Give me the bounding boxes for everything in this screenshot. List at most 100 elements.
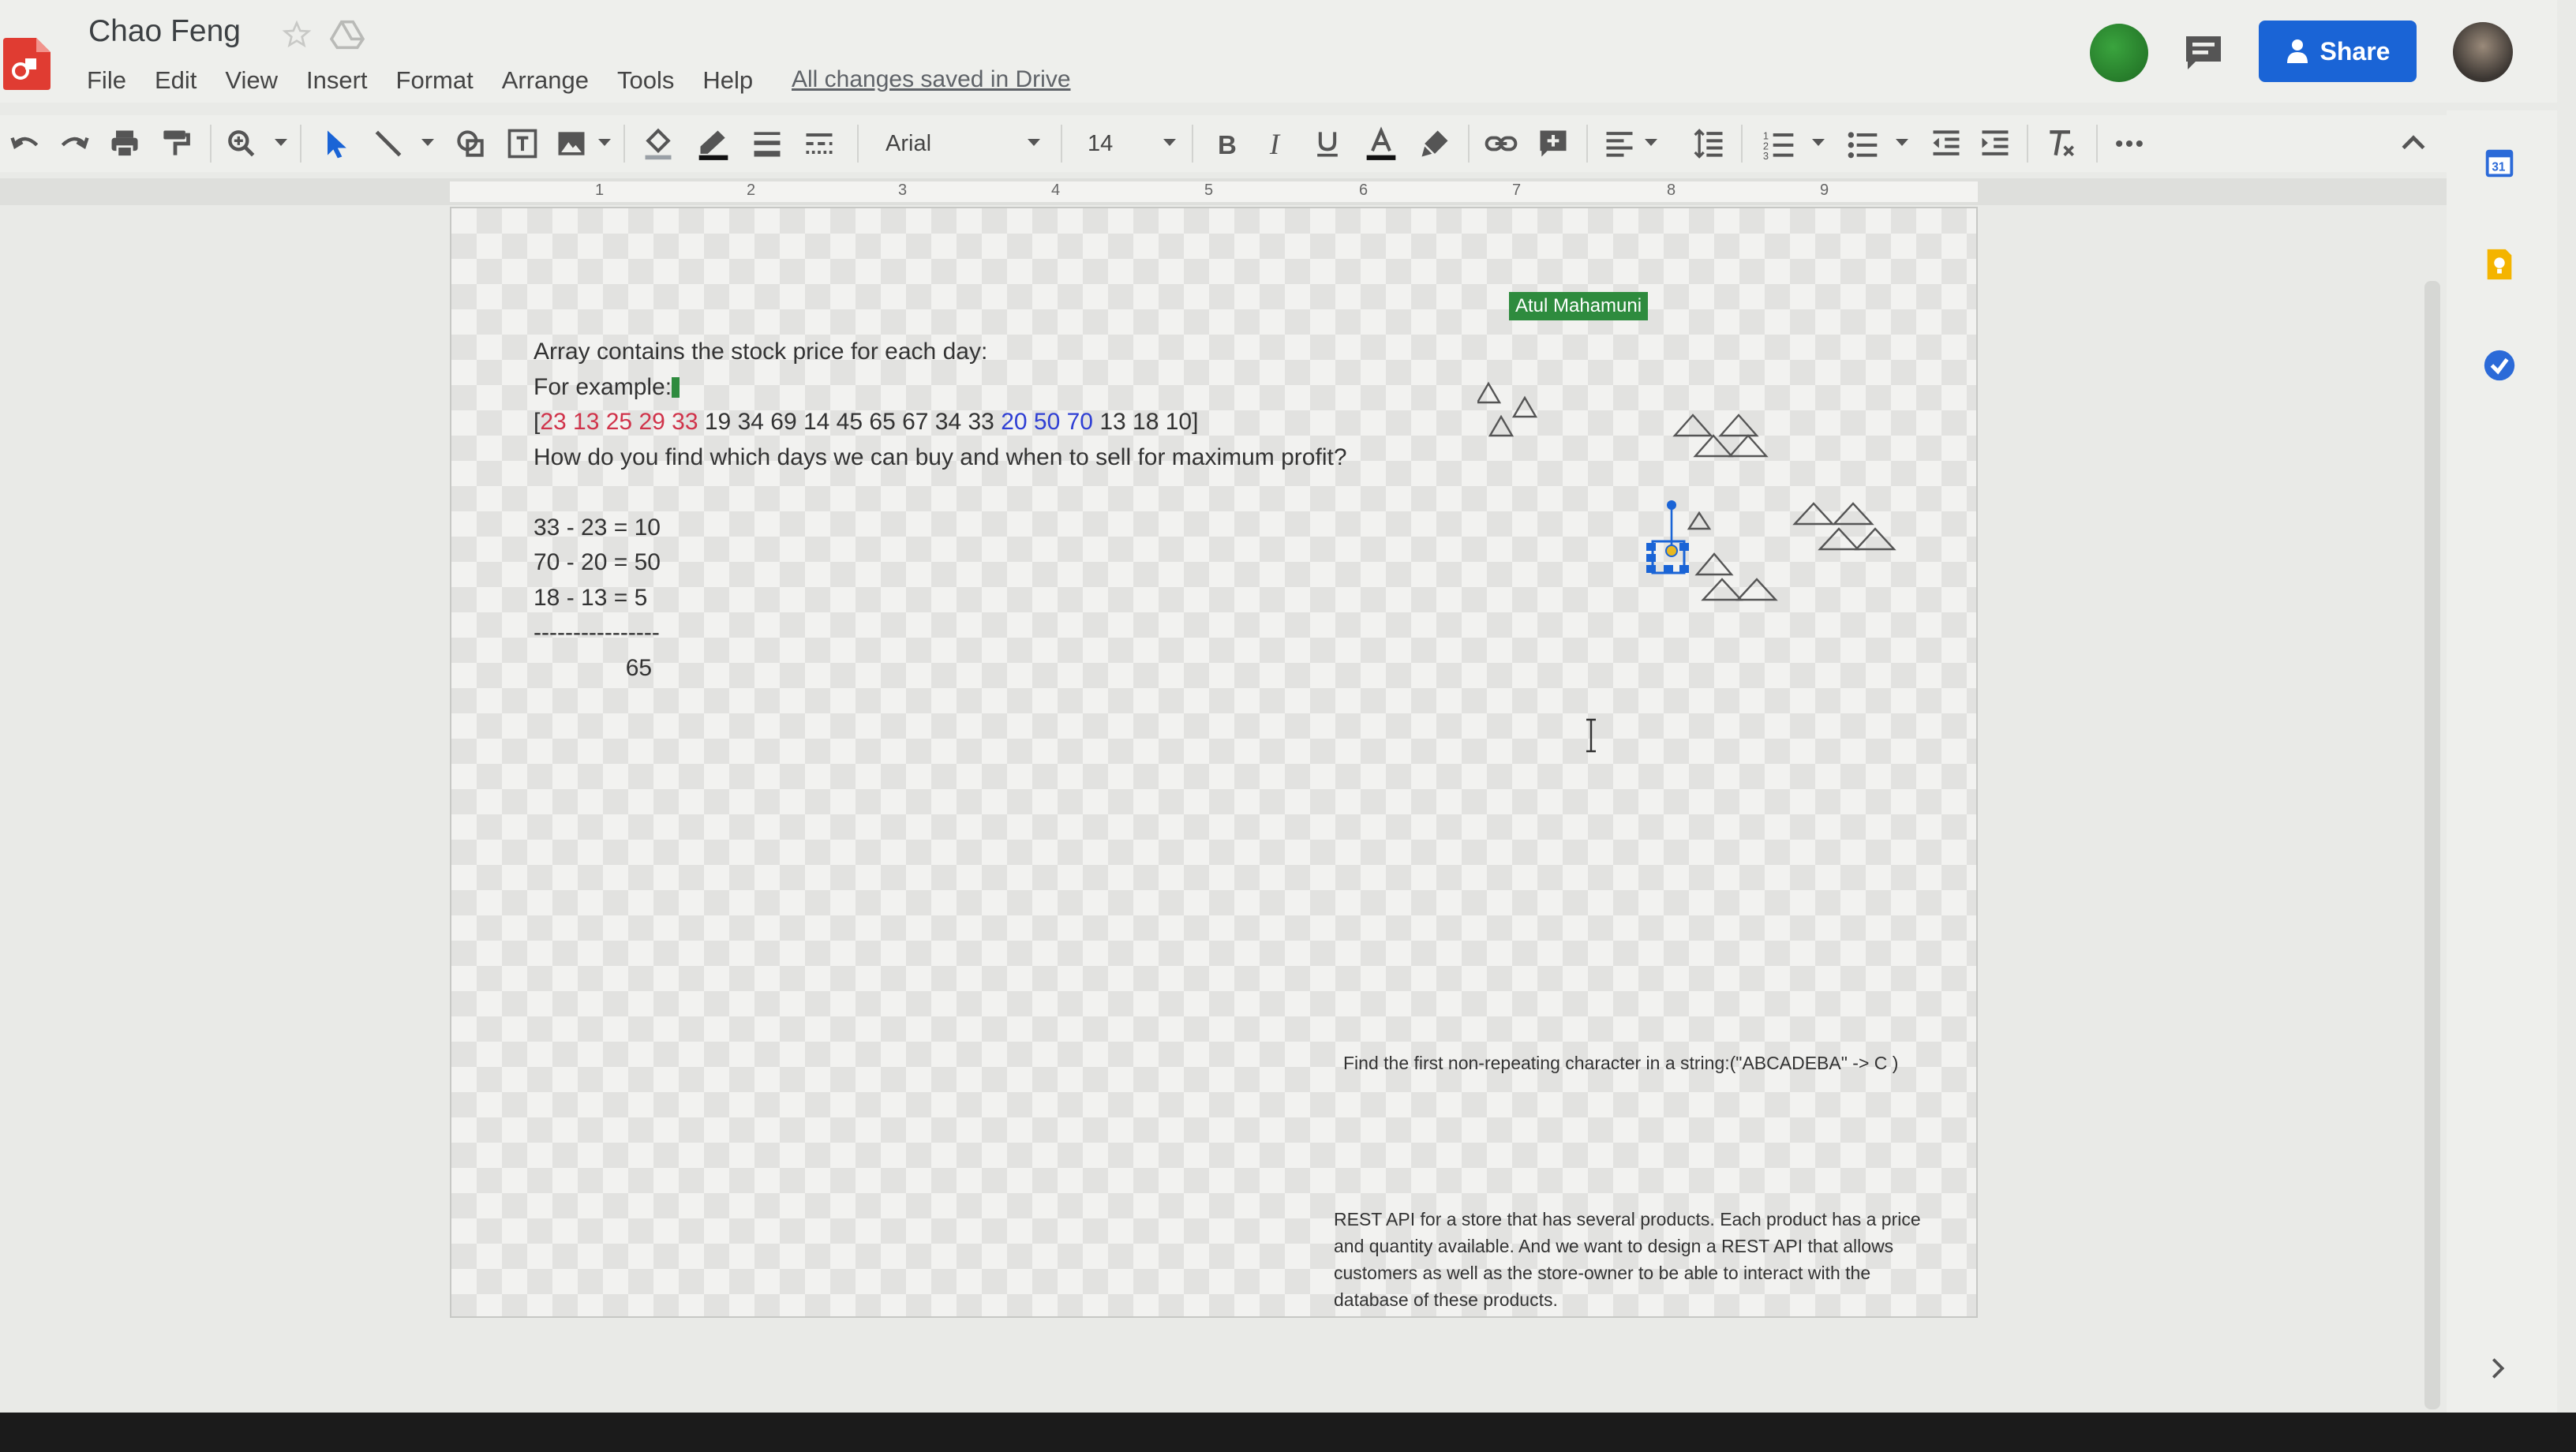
svg-text:I: I	[1269, 128, 1281, 160]
comment-add-icon[interactable]	[1536, 126, 1571, 161]
toolbar: Arial 14 B I 1 2 3	[0, 115, 2447, 172]
text-color-icon[interactable]	[1364, 126, 1398, 161]
bulleted-list-icon[interactable]	[1845, 126, 1880, 161]
menu-format[interactable]: Format	[396, 66, 474, 95]
border-color-icon[interactable]	[696, 126, 731, 161]
bulleted-list-dropdown-icon[interactable]	[1896, 139, 1908, 146]
svg-text:B: B	[1218, 130, 1237, 159]
text-span: For example:	[534, 373, 672, 400]
menu-view[interactable]: View	[225, 66, 278, 95]
share-label: Share	[2320, 36, 2391, 65]
svg-text:31: 31	[2492, 161, 2506, 174]
user-avatar[interactable]	[2453, 22, 2513, 82]
text-line: ----------------	[534, 619, 660, 646]
comments-icon[interactable]	[2183, 33, 2224, 71]
app-window: Chao Feng File Edit View Insert Format A…	[0, 0, 2576, 1413]
ruler-mark: 1	[595, 182, 605, 199]
expand-panel-icon[interactable]	[2486, 1353, 2510, 1384]
select-icon[interactable]	[319, 126, 354, 161]
line-spacing-icon[interactable]	[1692, 126, 1727, 161]
price-array-line: [23 13 25 29 33 19 34 69 14 45 65 67 34 …	[534, 405, 1347, 440]
menu-tools[interactable]: Tools	[617, 66, 674, 95]
menu-help[interactable]: Help	[702, 66, 753, 95]
undo-icon[interactable]	[8, 126, 43, 161]
problem-textbox[interactable]: Array contains the stock price for each …	[534, 335, 1347, 686]
person-icon	[2286, 39, 2308, 63]
paint-format-icon[interactable]	[158, 126, 193, 161]
side-panel	[2447, 110, 2557, 1413]
font-family-select[interactable]: Arial	[874, 126, 1048, 161]
keep-icon[interactable]	[2481, 246, 2518, 283]
zoom-dropdown-icon[interactable]	[275, 139, 287, 146]
calendar-icon[interactable]: 31	[2481, 145, 2518, 182]
border-weight-icon[interactable]	[750, 126, 784, 161]
title-bar: Chao Feng File Edit View Insert Format A…	[0, 0, 2557, 103]
ruler-mark: 6	[1359, 182, 1368, 199]
document-title[interactable]: Chao Feng	[88, 14, 241, 49]
more-icon[interactable]	[2112, 126, 2147, 161]
font-family-value: Arial	[886, 131, 932, 156]
italic-icon[interactable]: I	[1260, 126, 1294, 161]
indent-increase-icon[interactable]	[1978, 126, 2012, 161]
highlight-red-span: 23 13 25 29 33	[540, 409, 698, 435]
rest-api-problem-textbox[interactable]: REST API for a store that has several pr…	[1334, 1206, 1934, 1313]
share-button[interactable]: Share	[2259, 21, 2417, 82]
image-icon[interactable]	[554, 126, 589, 161]
collaborator-name-tag: Atul Mahamuni	[1509, 292, 1649, 320]
print-icon[interactable]	[107, 126, 142, 161]
ruler-mark: 5	[1204, 182, 1214, 199]
redo-icon[interactable]	[57, 126, 92, 161]
text-span: 19 34 69 14 45 65 67 34 33	[698, 409, 1002, 435]
selection-handles[interactable]	[1646, 500, 1689, 574]
indent-decrease-icon[interactable]	[1929, 126, 1964, 161]
align-icon[interactable]	[1602, 126, 1637, 161]
text-line: 70 - 20 = 50	[534, 549, 661, 575]
text-line: 18 - 13 = 5	[534, 584, 648, 611]
text-line: 33 - 23 = 10	[534, 514, 661, 541]
zoom-icon[interactable]	[224, 126, 259, 161]
font-dropdown-icon[interactable]	[1028, 139, 1040, 146]
text-line: Array contains the stock price for each …	[534, 339, 988, 365]
ruler[interactable]: 1 2 3 4 5 6 7 8 9	[0, 178, 2447, 205]
star-icon[interactable]	[281, 19, 313, 51]
ruler-band	[450, 182, 1978, 202]
numbered-list-dropdown-icon[interactable]	[1812, 139, 1825, 146]
fill-color-icon[interactable]	[641, 126, 676, 161]
shape-icon[interactable]	[453, 126, 488, 161]
move-to-drive-icon[interactable]	[330, 19, 365, 51]
drawings-logo-icon[interactable]	[3, 38, 51, 90]
text-line: 65	[534, 654, 653, 681]
numbered-list-icon[interactable]: 123	[1762, 126, 1796, 162]
bold-icon[interactable]: B	[1209, 126, 1244, 161]
tasks-icon[interactable]	[2481, 347, 2518, 384]
vertical-scrollbar[interactable]	[2424, 281, 2440, 1409]
triangle-shapes-drawing[interactable]	[1477, 366, 1951, 777]
menu-bar: File Edit View Insert Format Arrange Too…	[87, 66, 781, 95]
ruler-mark: 4	[1051, 182, 1061, 199]
image-dropdown-icon[interactable]	[598, 139, 611, 146]
ruler-mark: 9	[1820, 182, 1829, 199]
font-size-dropdown-icon[interactable]	[1163, 139, 1176, 146]
clear-formatting-icon[interactable]	[2044, 126, 2079, 161]
save-status-link[interactable]: All changes saved in Drive	[792, 66, 1071, 93]
align-dropdown-icon[interactable]	[1645, 139, 1657, 146]
menu-file[interactable]: File	[87, 66, 126, 95]
highlight-icon[interactable]	[1417, 126, 1452, 161]
string-problem-textbox[interactable]: Find the first non-repeating character i…	[1343, 1053, 1898, 1074]
text-line: For example:	[534, 370, 1347, 406]
menu-arrange[interactable]: Arrange	[502, 66, 589, 95]
menu-edit[interactable]: Edit	[155, 66, 197, 95]
collapse-icon[interactable]	[2396, 126, 2431, 161]
line-icon[interactable]	[371, 126, 406, 161]
border-dash-icon[interactable]	[802, 126, 837, 161]
textbox-icon[interactable]	[505, 126, 540, 161]
line-dropdown-icon[interactable]	[421, 139, 434, 146]
link-icon[interactable]	[1484, 126, 1518, 161]
underline-icon[interactable]	[1310, 126, 1345, 161]
ruler-mark: 7	[1512, 182, 1522, 199]
drawing-canvas[interactable]: Atul Mahamuni Array contains the stock p…	[450, 207, 1978, 1318]
menu-insert[interactable]: Insert	[306, 66, 368, 95]
collaborator-avatar[interactable]	[2090, 24, 2148, 82]
collaborator-cursor	[672, 376, 680, 398]
